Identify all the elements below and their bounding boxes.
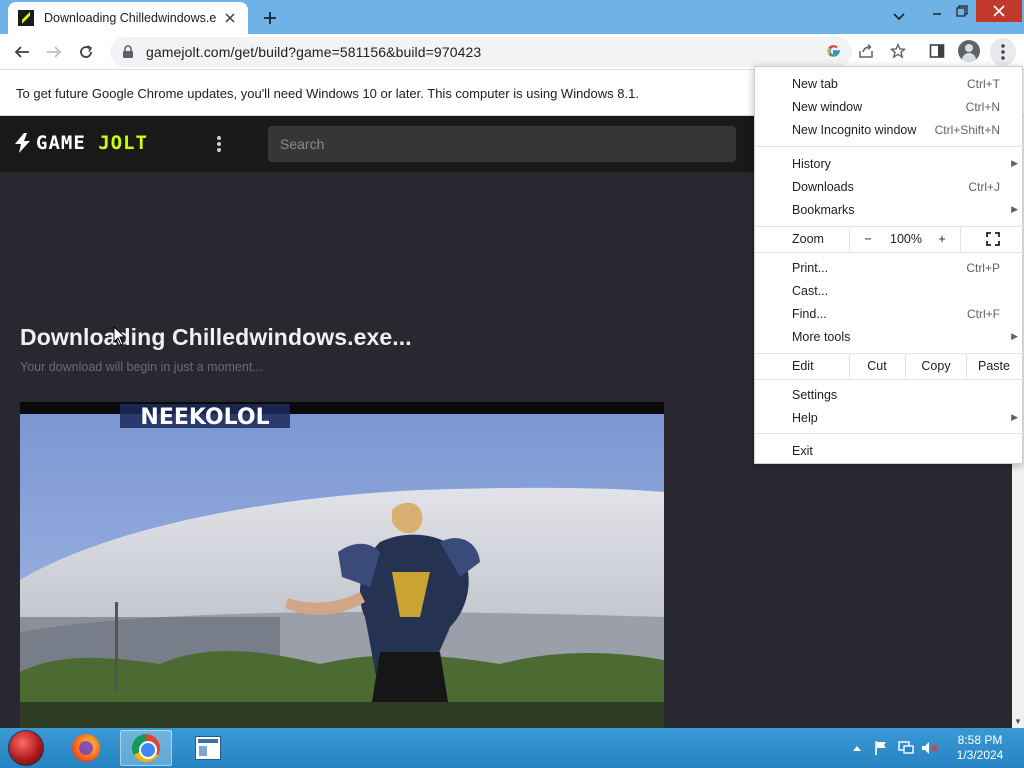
submenu-arrow-icon: ▶ xyxy=(1011,204,1018,214)
action-center-flag-icon[interactable] xyxy=(872,738,890,758)
window-close-icon[interactable] xyxy=(976,0,1022,22)
menu-item-settings[interactable]: Settings xyxy=(755,383,1024,406)
back-arrow-icon[interactable] xyxy=(10,40,34,64)
tab-title: Downloading Chilledwindows.exe... xyxy=(44,11,216,25)
menu-separator xyxy=(755,379,1024,380)
scroll-down-arrow-icon[interactable]: ▼ xyxy=(1012,716,1024,726)
menu-item-new-tab[interactable]: New tab Ctrl+T xyxy=(755,72,1024,95)
firefox-icon xyxy=(72,734,100,762)
taskbar-window-app-button[interactable] xyxy=(182,730,234,766)
share-icon[interactable] xyxy=(855,40,877,62)
chrome-icon xyxy=(132,734,160,762)
zoom-out-button[interactable]: − xyxy=(853,226,883,252)
fullscreen-icon[interactable] xyxy=(975,226,1011,252)
window-app-icon xyxy=(195,736,221,760)
clock-time: 8:58 PM xyxy=(957,733,1003,747)
cut-button[interactable]: Cut xyxy=(850,353,904,379)
chrome-menu-kebab-icon[interactable] xyxy=(990,38,1016,66)
bookmark-star-icon[interactable] xyxy=(887,40,909,62)
menu-item-print[interactable]: Print... Ctrl+P xyxy=(755,256,1024,279)
menu-item-bookmarks[interactable]: Bookmarks ▶ xyxy=(755,198,1024,221)
browser-tab[interactable]: Downloading Chilledwindows.exe... xyxy=(8,2,248,34)
window-restore-icon[interactable] xyxy=(950,0,974,22)
lightning-bolt-icon xyxy=(15,133,30,153)
download-subtitle: Your download will begin in just a momen… xyxy=(20,360,263,374)
profile-avatar-icon[interactable] xyxy=(958,40,980,62)
media-scene: NEEKOLOL xyxy=(20,402,664,728)
google-lens-g-icon[interactable] xyxy=(823,40,845,62)
tab-strip: Downloading Chilledwindows.exe... xyxy=(0,0,1024,34)
paste-button[interactable]: Paste xyxy=(967,353,1021,379)
lock-icon[interactable] xyxy=(120,44,136,60)
zoom-label: Zoom xyxy=(792,232,824,246)
media-overlay-text: NEEKOLOL xyxy=(140,405,269,430)
browser-toolbar: gamejolt.com/get/build?game=581156&build… xyxy=(0,34,1024,70)
side-panel-icon[interactable] xyxy=(926,40,948,62)
submenu-arrow-icon: ▶ xyxy=(1011,158,1018,168)
taskbar-firefox-button[interactable] xyxy=(60,730,112,766)
submenu-arrow-icon: ▶ xyxy=(1011,331,1018,341)
logo-text-game: GAME xyxy=(36,132,86,154)
gamejolt-logo[interactable]: GAME JOLT xyxy=(14,132,148,154)
site-search-input[interactable] xyxy=(268,126,736,162)
zoom-in-button[interactable]: + xyxy=(929,226,955,252)
game-media-image[interactable]: NEEKOLOL xyxy=(20,402,664,728)
taskbar-clock[interactable]: 8:58 PM 1/3/2024 xyxy=(944,733,1016,763)
menu-item-history[interactable]: History ▶ xyxy=(755,152,1024,175)
gamejolt-favicon-icon xyxy=(18,10,34,26)
menu-item-more-tools[interactable]: More tools ▶ xyxy=(755,325,1024,348)
reload-icon[interactable] xyxy=(74,40,98,64)
volume-muted-icon[interactable] xyxy=(921,738,939,758)
site-more-menu-icon[interactable] xyxy=(212,134,226,154)
menu-edit-row: Edit Cut Copy Paste xyxy=(755,353,1024,379)
menu-item-exit[interactable]: Exit xyxy=(755,439,1024,462)
submenu-arrow-icon: ▶ xyxy=(1011,412,1018,422)
edit-label: Edit xyxy=(792,359,814,373)
show-hidden-icons-arrow-icon[interactable] xyxy=(850,738,864,758)
menu-item-new-window[interactable]: New window Ctrl+N xyxy=(755,95,1024,118)
menu-item-cast[interactable]: Cast... xyxy=(755,279,1024,302)
new-tab-button[interactable] xyxy=(258,6,282,30)
network-icon[interactable] xyxy=(897,738,915,758)
copy-button[interactable]: Copy xyxy=(906,353,966,379)
download-title: Downloading Chilledwindows.exe... xyxy=(20,324,412,350)
menu-separator xyxy=(755,252,1024,253)
menu-separator xyxy=(755,433,1024,434)
menu-item-new-incognito-window[interactable]: New Incognito window Ctrl+Shift+N xyxy=(755,118,1024,141)
infobar-message: To get future Google Chrome updates, you… xyxy=(16,85,639,101)
menu-item-downloads[interactable]: Downloads Ctrl+J xyxy=(755,175,1024,198)
logo-text-jolt: JOLT xyxy=(98,132,148,154)
windows-taskbar: 8:58 PM 1/3/2024 xyxy=(0,728,1024,768)
menu-zoom-row: Zoom − 100% + xyxy=(755,226,1024,252)
start-button[interactable] xyxy=(8,730,44,766)
taskbar-chrome-button[interactable] xyxy=(120,730,172,766)
menu-separator xyxy=(755,146,1024,147)
url-text: gamejolt.com/get/build?game=581156&build… xyxy=(146,44,482,60)
tab-close-icon[interactable] xyxy=(222,10,238,26)
forward-arrow-icon[interactable] xyxy=(42,40,66,64)
menu-item-find[interactable]: Find... Ctrl+F xyxy=(755,302,1024,325)
clock-date: 1/3/2024 xyxy=(956,748,1004,762)
window-minimize-icon[interactable] xyxy=(924,0,950,22)
tab-search-chevron-down-icon[interactable] xyxy=(888,6,910,28)
chrome-main-menu: New tab Ctrl+T New window Ctrl+N New Inc… xyxy=(754,66,1024,464)
zoom-level: 100% xyxy=(890,232,922,246)
menu-item-help[interactable]: Help ▶ xyxy=(755,406,1024,429)
address-bar[interactable]: gamejolt.com/get/build?game=581156&build… xyxy=(110,37,852,67)
mouse-cursor-icon xyxy=(113,326,127,346)
